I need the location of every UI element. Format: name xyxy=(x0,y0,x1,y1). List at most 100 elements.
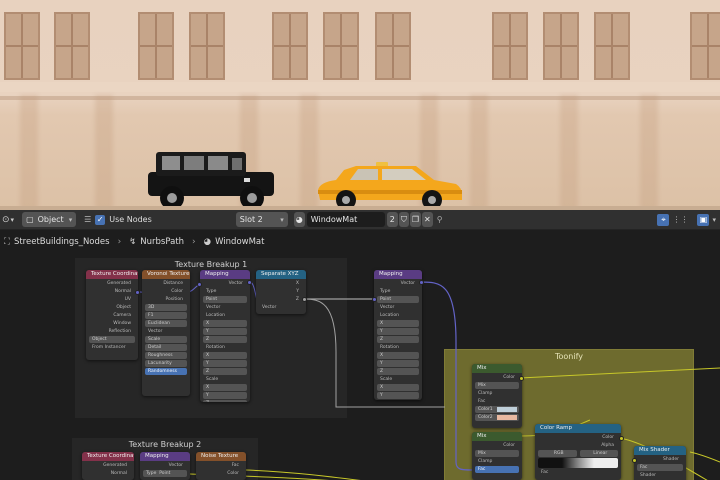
type-dropdown[interactable]: Point xyxy=(203,296,247,303)
overlay-button[interactable]: ⋮⋮ xyxy=(672,215,688,224)
feature-dropdown[interactable]: F1 xyxy=(145,312,187,319)
node-mix-shader[interactable]: Mix Shader Shader Fac Shader xyxy=(634,446,686,480)
lacunarity-field[interactable]: Lacunarity xyxy=(145,360,187,367)
node-canvas[interactable]: Texture Breakup 1 Texture Breakup 2 Toon… xyxy=(0,252,720,480)
socket-label: X xyxy=(295,281,299,286)
dimensions-dropdown[interactable]: 3D xyxy=(145,304,187,311)
building-window xyxy=(492,12,528,80)
interpolation-dropdown[interactable]: Linear xyxy=(579,450,618,457)
material-name-field[interactable]: WindowMat xyxy=(306,212,385,227)
slot-dropdown[interactable]: Slot 2 ▾ xyxy=(235,212,288,227)
scale-z-field[interactable]: Z xyxy=(203,400,247,402)
node-separate-xyz[interactable]: Separate XYZ X Y Z Vector xyxy=(256,270,306,314)
image-icon: ▣ xyxy=(699,215,708,224)
pin-icon: ⚲ xyxy=(436,215,443,224)
location-x-field[interactable]: X xyxy=(377,320,419,327)
node-mapping-2[interactable]: Mapping Vector Type Point Vector Locatio… xyxy=(374,270,422,400)
color-ramp-gradient[interactable] xyxy=(538,458,618,468)
fake-user-button[interactable]: ⛉ xyxy=(398,212,409,227)
randomness-field[interactable]: Randomness xyxy=(145,368,187,375)
roughness-field[interactable]: Roughness xyxy=(145,352,187,359)
output-socket[interactable] xyxy=(302,297,307,302)
socket-label: Normal xyxy=(110,471,127,476)
unlink-button[interactable]: ✕ xyxy=(422,212,433,227)
input-socket[interactable] xyxy=(372,297,377,302)
color2-swatch[interactable]: Color2 xyxy=(475,414,519,421)
material-sphere-icon: ◕ xyxy=(203,237,212,247)
location-z-field[interactable]: Z xyxy=(203,336,247,343)
use-nodes-checkbox[interactable]: ☰ ✓ Use Nodes xyxy=(84,214,152,225)
object-icon: ▢ xyxy=(26,215,34,224)
node-editor-icon: ⊙ xyxy=(2,214,10,225)
clamp-checkbox[interactable]: Clamp xyxy=(475,458,519,465)
distance-dropdown[interactable]: Euclidean xyxy=(145,320,187,327)
fac-field[interactable]: Fac xyxy=(475,466,519,473)
scale-y-field[interactable]: Y xyxy=(203,392,247,399)
node-voronoi-texture[interactable]: Voronoi Texture Distance Color Position … xyxy=(142,270,190,396)
breadcrumb-item-object[interactable]: StreetBuildings_Nodes xyxy=(14,237,110,247)
output-socket[interactable] xyxy=(619,436,624,441)
type-dropdown[interactable]: Type Point xyxy=(143,470,187,477)
clamp-checkbox[interactable]: Clamp xyxy=(475,390,519,397)
from-instancer-checkbox[interactable]: From Instancer xyxy=(89,344,135,351)
snap-toggle[interactable]: ⌖ xyxy=(657,213,670,226)
node-title: Separate XYZ xyxy=(256,270,306,279)
color-mode-dropdown[interactable]: RGB xyxy=(538,450,577,457)
output-socket[interactable] xyxy=(519,376,524,381)
socket-label: Vector xyxy=(148,329,163,334)
output-socket[interactable] xyxy=(135,290,140,295)
rotation-x-field[interactable]: X xyxy=(377,352,419,359)
node-texture-coordinate-2[interactable]: Texture Coordinate Generated Normal xyxy=(82,452,134,480)
scale-field[interactable]: Scale xyxy=(145,336,187,343)
output-socket[interactable] xyxy=(419,280,424,285)
node-mix-2[interactable]: Mix Color Mix Clamp Fac xyxy=(472,432,522,480)
frame-label: Toonify xyxy=(554,352,584,361)
detail-field[interactable]: Detail xyxy=(145,344,187,351)
location-x-field[interactable]: X xyxy=(203,320,247,327)
node-mix-1[interactable]: Mix Color Mix Clamp Fac Color1 Color2 xyxy=(472,364,522,428)
backdrop-toggle[interactable]: ▣ xyxy=(697,213,710,226)
node-mapping-1[interactable]: Mapping Vector Type Point Vector Locatio… xyxy=(200,270,250,402)
scale-y-field[interactable]: Y xyxy=(377,392,419,399)
node-texture-coordinate[interactable]: Texture Coordinate Generated Normal UV O… xyxy=(86,270,138,360)
breadcrumb-item-material[interactable]: WindowMat xyxy=(215,237,264,247)
object-mode-dropdown[interactable]: ▢ Object ▾ xyxy=(22,212,77,227)
socket-label: Vector xyxy=(228,281,243,286)
output-socket[interactable] xyxy=(247,280,252,285)
object-field[interactable]: Object xyxy=(89,336,135,343)
editor-type-selector[interactable]: ⊙ ▾ xyxy=(2,215,14,225)
type-dropdown[interactable]: Point xyxy=(377,296,419,303)
breadcrumb-item-data[interactable]: NurbsPath xyxy=(140,237,184,247)
blend-mode-dropdown[interactable]: Mix xyxy=(475,450,519,457)
location-z-field[interactable]: Z xyxy=(377,336,419,343)
frame-label: Texture Breakup 2 xyxy=(128,440,202,449)
building-cornice xyxy=(0,82,720,92)
rotation-y-field[interactable]: Y xyxy=(203,360,247,367)
rotation-y-field[interactable]: Y xyxy=(377,360,419,367)
user-count-badge[interactable]: 2 xyxy=(386,212,398,227)
location-y-field[interactable]: Y xyxy=(377,328,419,335)
3d-viewport[interactable] xyxy=(0,0,720,210)
building-window xyxy=(375,12,411,80)
socket-label: Color xyxy=(503,375,515,380)
location-y-field[interactable]: Y xyxy=(203,328,247,335)
node-noise-texture[interactable]: Noise Texture Fac Color xyxy=(196,452,246,480)
material-browse-button[interactable]: ◕ xyxy=(293,212,305,227)
rotation-x-field[interactable]: X xyxy=(203,352,247,359)
socket-label: Z xyxy=(295,297,299,302)
black-suv xyxy=(148,152,274,210)
scale-x-field[interactable]: X xyxy=(377,384,419,391)
blend-mode-dropdown[interactable]: Mix xyxy=(475,382,519,389)
input-socket[interactable] xyxy=(632,458,637,463)
node-mapping-3[interactable]: Mapping Vector Type Point xyxy=(140,452,190,480)
fac-field[interactable]: Fac xyxy=(637,464,683,471)
scale-x-field[interactable]: X xyxy=(203,384,247,391)
building-window xyxy=(138,12,174,80)
input-socket[interactable] xyxy=(197,282,202,287)
pin-button[interactable]: ⚲ xyxy=(437,215,443,224)
rotation-z-field[interactable]: Z xyxy=(377,368,419,375)
rotation-z-field[interactable]: Z xyxy=(203,368,247,375)
color1-swatch[interactable]: Color1 xyxy=(475,406,519,413)
node-color-ramp[interactable]: Color Ramp Color Alpha RGB Linear Fac xyxy=(535,424,621,480)
duplicate-button[interactable]: ❐ xyxy=(409,212,422,227)
